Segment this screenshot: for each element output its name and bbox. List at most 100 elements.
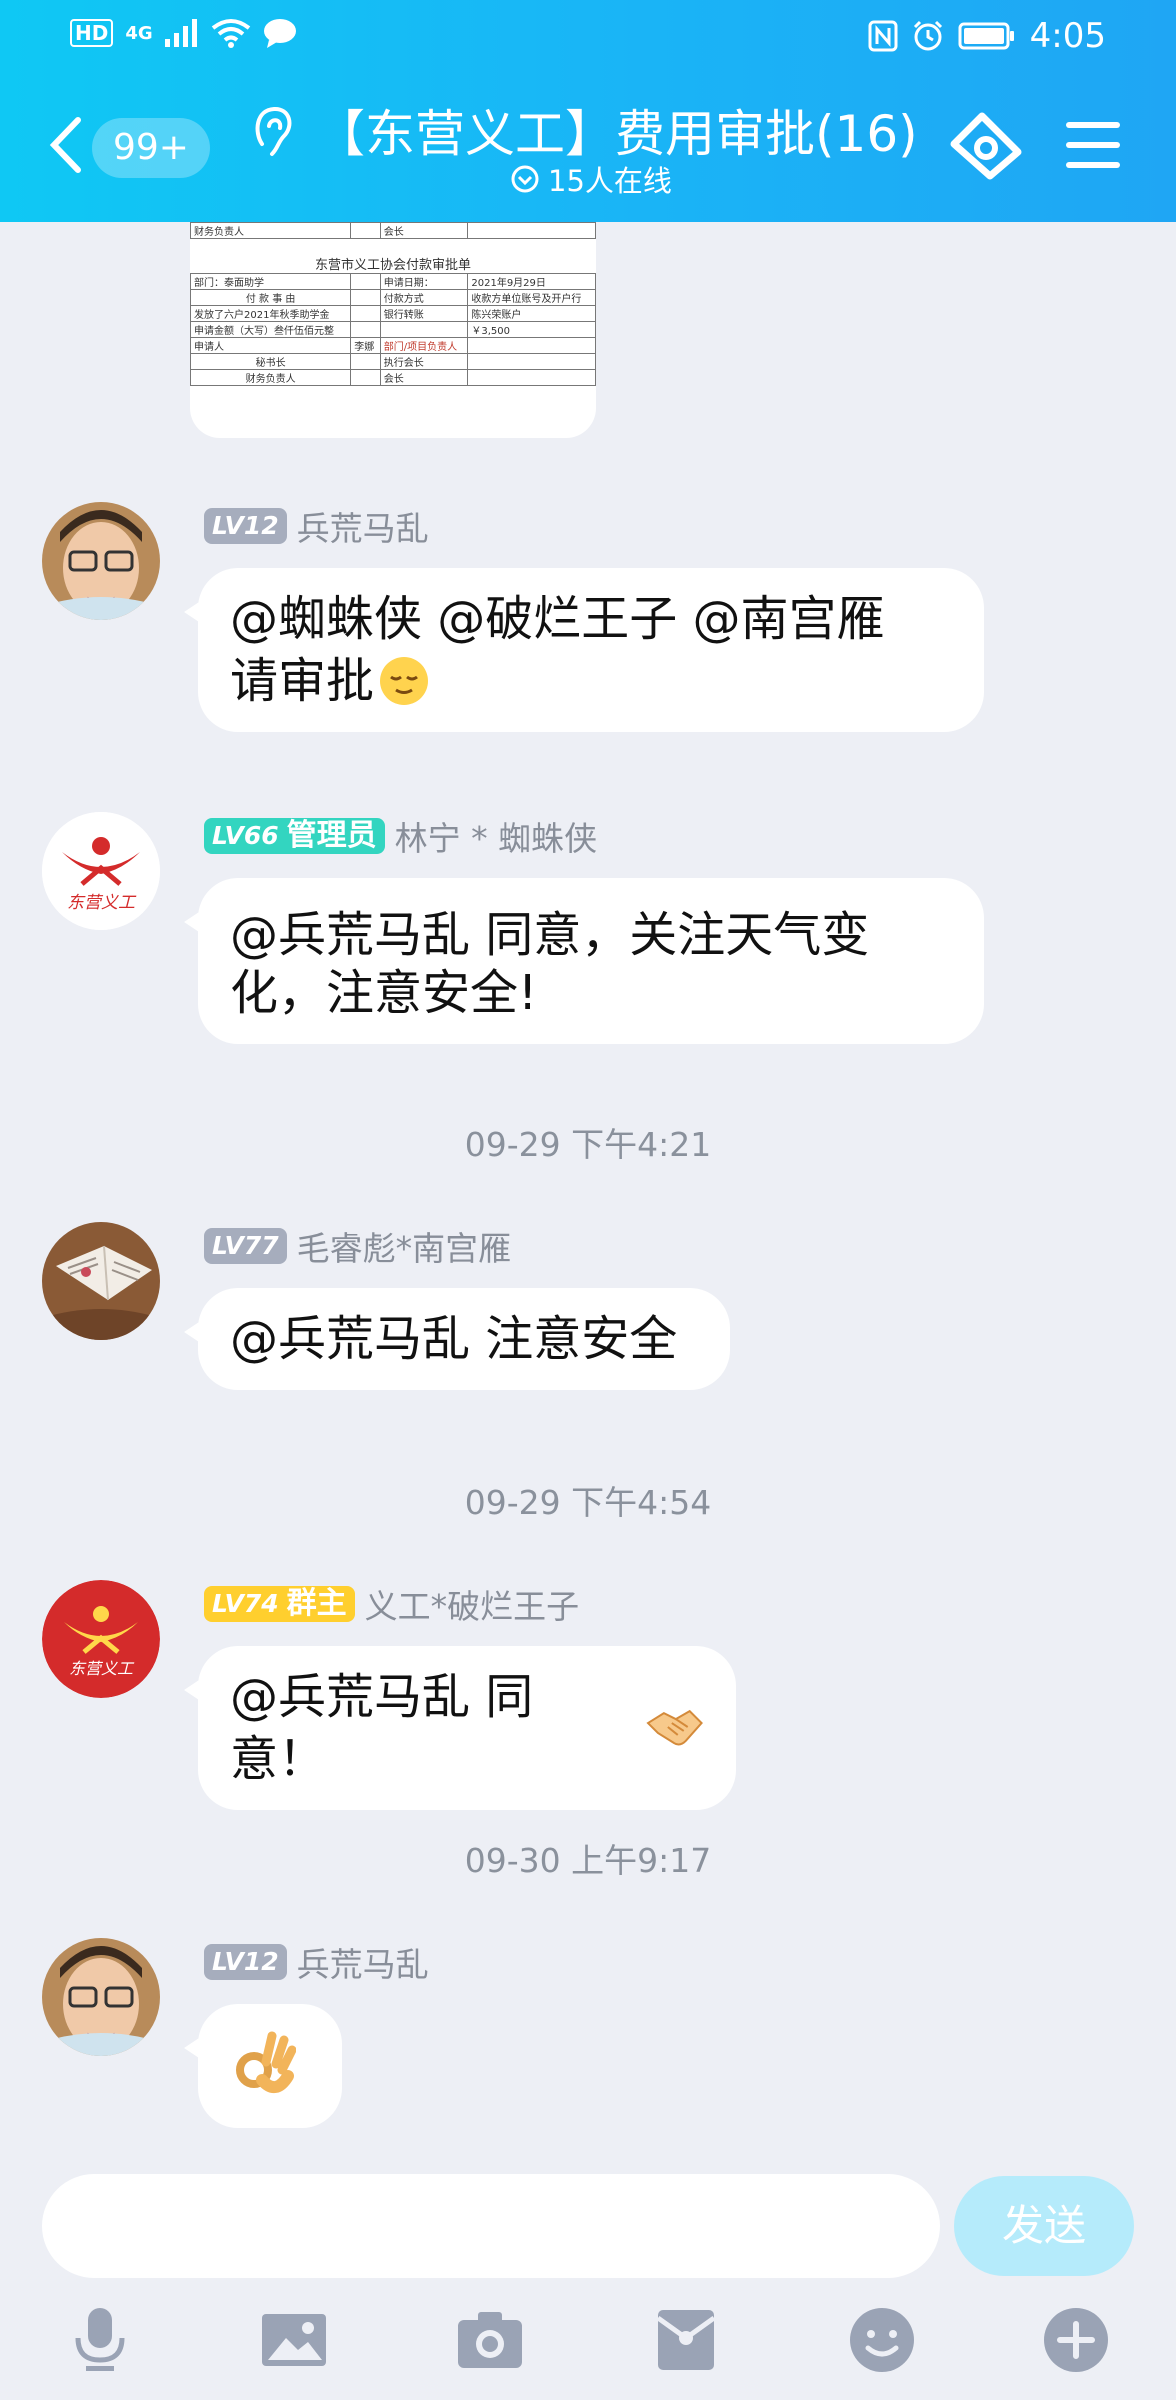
message-bubble[interactable]: @兵荒马乱 注意安全 [184, 1288, 730, 1390]
sheet-cell: 会长 [379, 369, 469, 386]
message-text-line: @兵荒马乱 同意，关注天气变 [230, 907, 870, 963]
sheet-cell: 李娜 [350, 337, 381, 354]
sender-name[interactable]: 兵荒马乱 [297, 502, 429, 550]
sheet-cell: 发放了六户2021年秋季助学金 [190, 305, 352, 322]
sheet-cell: 部门：泰面助学 [190, 273, 352, 290]
message-timestamp: 09-30 上午9:17 [464, 1841, 712, 1880]
sheet-cell [350, 369, 381, 386]
message-bubble[interactable]: @兵荒马乱 同意！ [184, 1646, 736, 1810]
volunteer-logo-avatar: 东营义工 [42, 812, 160, 930]
avatar[interactable] [42, 502, 160, 620]
avatar-photo [42, 502, 160, 620]
sheet-cell [350, 222, 381, 239]
sheet-cell: 秘书长 [190, 353, 352, 370]
sheet-cell: 财务负责人 [190, 222, 352, 239]
message-text-line: 化，注意安全! [230, 965, 538, 1021]
sheet-cell: 申请人 [190, 337, 352, 354]
network-indicator: 4G [125, 22, 153, 44]
back-arrow-icon[interactable] [48, 116, 82, 174]
signal-icon [164, 19, 197, 47]
wifi-icon [211, 19, 250, 48]
role-label: 群主 [286, 1586, 347, 1621]
alarm-icon [913, 20, 942, 51]
sheet-cell: 陈兴荣账户 [467, 305, 596, 322]
menu-icon[interactable] [1066, 120, 1120, 170]
message-notification-icon [263, 19, 296, 48]
level-text: LV74 [212, 1589, 279, 1618]
sheet-cell [467, 353, 596, 370]
nfc-icon [868, 20, 898, 52]
sender-name[interactable]: 林宁 * 蜘蛛侠 [395, 812, 597, 860]
sheet-cell [350, 353, 381, 370]
avatar[interactable]: 东营义工 [42, 1580, 160, 1698]
avatar[interactable] [42, 1222, 160, 1340]
level-badge: LV74 群主 [204, 1586, 355, 1622]
message-text-line: 请审批 [230, 653, 375, 709]
message-list[interactable]: 财务负责人 会长 东营市义工协会付款审批单 部门：泰面助学 申请日期： 2021… [0, 222, 1176, 2162]
message-bubble[interactable]: @兵荒马乱 同意，关注天气变 化，注意安全! [184, 878, 984, 1044]
avatar[interactable]: 东营义工 [42, 812, 160, 930]
avatar[interactable] [42, 1938, 160, 2056]
sheet-cell: 执行会长 [379, 353, 469, 370]
svg-text:东营义工: 东营义工 [69, 1659, 135, 1678]
plus-icon[interactable] [1040, 2304, 1112, 2376]
sheet-cell [467, 369, 596, 386]
microphone-icon[interactable] [64, 2304, 136, 2376]
message-text-line: @兵荒马乱 注意安全 [230, 1311, 678, 1367]
sheet-cell: 2021年9月29日 [467, 273, 596, 290]
sheet-cell [350, 321, 381, 338]
send-button[interactable]: 发送 [954, 2176, 1134, 2276]
title-bar: 99+ 【东营义工】费用审批(16) 15人在线 [0, 70, 1176, 222]
message-input-field[interactable] [72, 2174, 916, 2280]
avatar-photo [42, 1938, 160, 2056]
sheet-spacer [191, 239, 596, 254]
emoji-icon[interactable] [846, 2304, 918, 2376]
camera-icon[interactable] [454, 2304, 526, 2376]
level-text: LV66 [212, 821, 279, 850]
message-text-line: @蜘蛛侠 @破烂王子 @南宫雁 [230, 591, 885, 647]
hd-indicator: HD [70, 19, 114, 47]
svg-text:东营义工: 东营义工 [67, 893, 137, 913]
level-badge: LV12 [204, 508, 287, 544]
sheet-cell: 部门/项目负责人 [379, 337, 469, 354]
approval-form-image[interactable]: 财务负责人 会长 东营市义工协会付款审批单 部门：泰面助学 申请日期： 2021… [190, 222, 596, 438]
unread-count-badge[interactable]: 99+ [92, 118, 210, 178]
online-count: 15人在线 [548, 164, 672, 198]
message-input[interactable] [42, 2174, 940, 2280]
ok-hand-emoji [236, 2031, 297, 2093]
sheet-cell: 付 款 事 由 [190, 289, 352, 306]
online-status[interactable]: 15人在线 [510, 158, 672, 200]
sheet-cell: 申请日期： [379, 273, 469, 290]
image-icon[interactable] [258, 2304, 330, 2376]
handshake-emoji [646, 1709, 704, 1746]
sheet-title: 东营市义工协会付款审批单 [314, 257, 471, 273]
sheet-cell: 申请金额（大写）叁仟伍佰元整 [190, 321, 352, 338]
chevron-down-circle-icon [511, 165, 539, 193]
sheet-cell: 付款方式 [379, 289, 469, 306]
level-badge: LV77 [204, 1228, 287, 1264]
message-timestamp: 09-29 下午4:54 [464, 1483, 712, 1522]
level-badge: LV66 管理员 [204, 818, 385, 854]
clock: 4:05 [1029, 16, 1106, 56]
red-packet-icon[interactable] [650, 2304, 722, 2376]
level-badge: LV12 [204, 1944, 287, 1980]
message-bubble[interactable] [184, 2004, 342, 2128]
sender-name[interactable]: 毛睿彪*南宫雁 [297, 1222, 512, 1270]
chat-title: 【东营义工】费用审批(16) [315, 105, 918, 163]
relieved-face-emoji [380, 657, 429, 705]
message-timestamp: 09-29 下午4:21 [464, 1125, 712, 1164]
status-bar: HD 4G 4:05 [0, 0, 1176, 70]
sheet-cell [350, 273, 381, 290]
sheet-cell [350, 305, 381, 322]
sheet-cell: 银行转账 [379, 305, 469, 322]
sender-name[interactable]: 义工*破烂王子 [365, 1580, 580, 1628]
message-bubble[interactable]: @蜘蛛侠 @破烂王子 @南宫雁 请审批 [184, 568, 984, 732]
sheet-cell [467, 337, 596, 354]
sheet-cell: 收款方单位账号及开户行 [467, 289, 596, 306]
group-ticket-icon[interactable] [948, 110, 1024, 180]
ear-mode-icon[interactable] [252, 104, 294, 162]
volunteer-logo-avatar: 东营义工 [42, 1580, 160, 1698]
sender-name[interactable]: 兵荒马乱 [297, 1938, 429, 1986]
role-label: 管理员 [286, 818, 377, 853]
sheet-cell [467, 222, 596, 239]
